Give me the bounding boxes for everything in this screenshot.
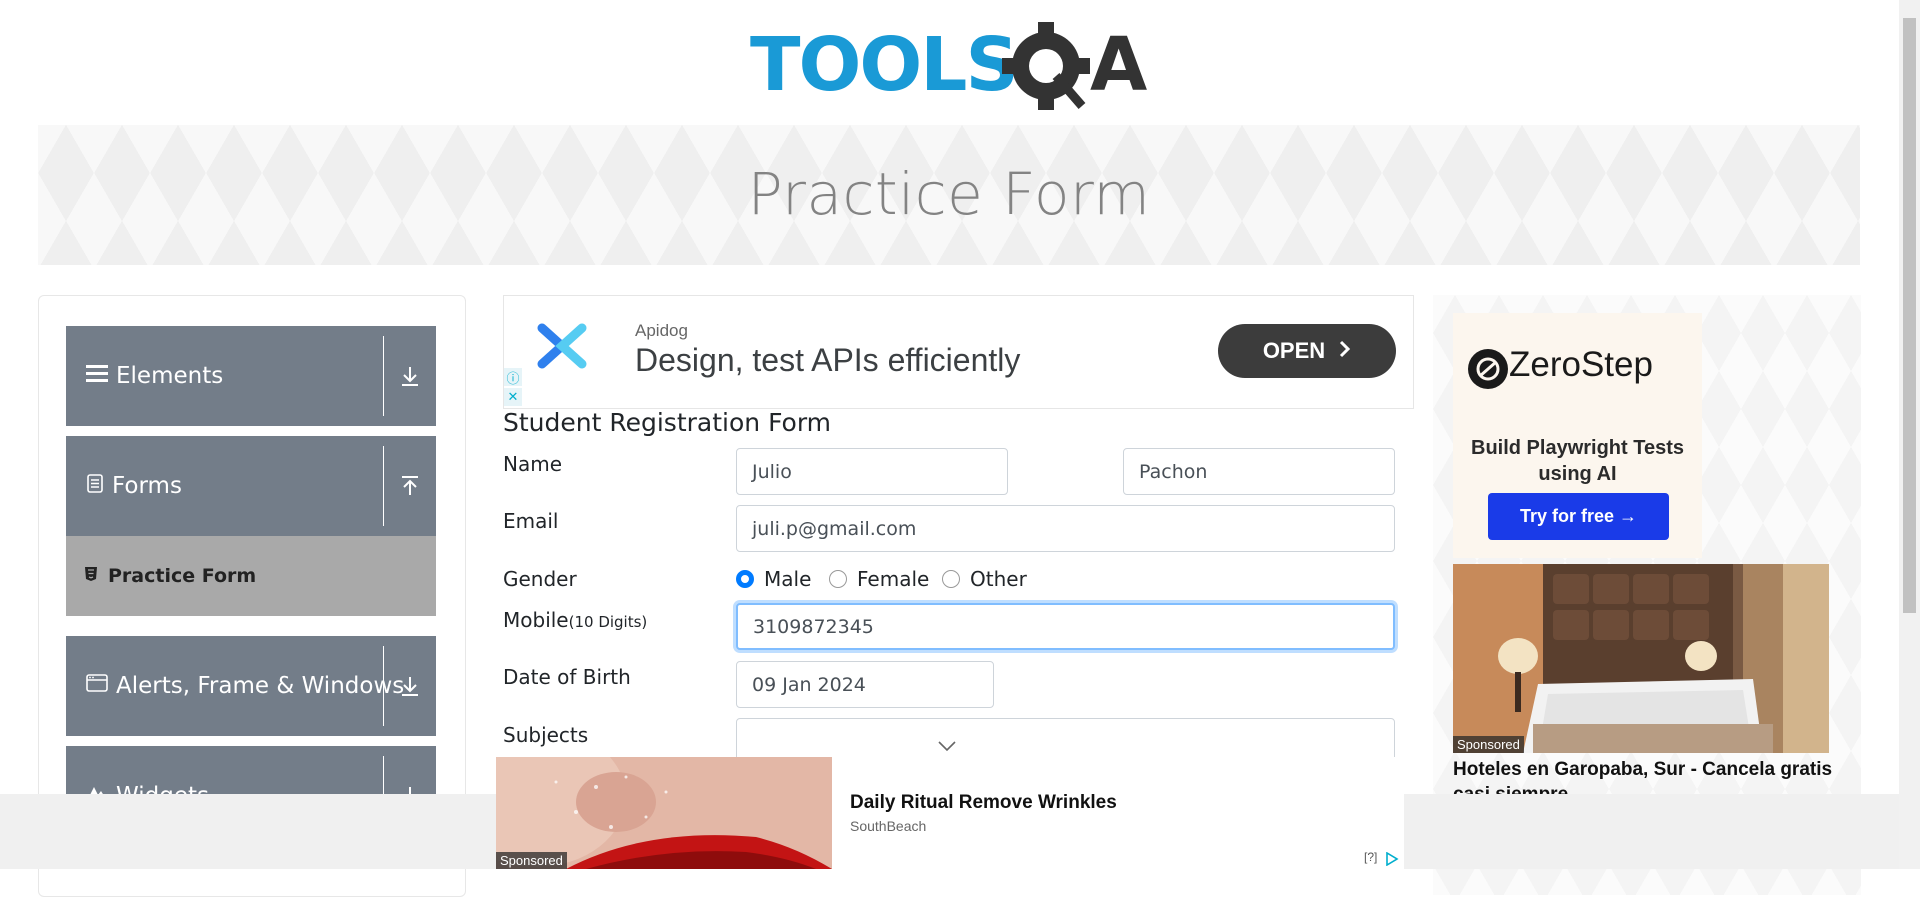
first-name-input[interactable]: Julio	[736, 448, 1008, 495]
hotel-image[interactable]: Sponsored	[1453, 564, 1829, 753]
zerostep-logo-icon	[1467, 348, 1509, 394]
mobile-input[interactable]: 3109872345	[736, 603, 1395, 650]
sponsored-badge: Sponsored	[496, 852, 567, 869]
sidebar-group-alerts[interactable]: Alerts, Frame & Windows	[66, 636, 436, 736]
ad-help-link[interactable]: [?]	[1364, 850, 1377, 864]
sidebar-group-elements[interactable]: Elements	[66, 326, 436, 426]
radio-label: Other	[970, 567, 1027, 591]
download-arrow-icon[interactable]	[394, 326, 426, 426]
apidog-logo-icon	[534, 322, 590, 376]
document-icon	[86, 473, 104, 499]
adchoices-icon[interactable]	[1385, 851, 1399, 870]
page-scrollbar[interactable]	[1899, 0, 1920, 869]
html-icon	[84, 565, 98, 587]
mobile-hint: (10 Digits)	[568, 613, 648, 631]
sidebar-group-label: Alerts, Frame & Windows	[116, 673, 405, 699]
chevron-down-icon[interactable]	[937, 735, 957, 757]
bottom-ad-image[interactable]: Sponsored	[496, 757, 832, 869]
gender-radio-female[interactable]: Female	[829, 567, 929, 591]
form-title: Student Registration Form	[503, 408, 832, 437]
sponsored-badge: Sponsored	[1453, 736, 1524, 753]
zerostep-tagline: Build Playwright Tests using AI	[1471, 437, 1684, 485]
zerostep-ad[interactable]: ZeroStep Build Playwright Tests using AI…	[1453, 313, 1702, 558]
radio-unchecked-icon	[942, 570, 960, 588]
dob-label: Date of Birth	[503, 665, 631, 689]
sidebar-group-label: Elements	[116, 363, 224, 389]
bottom-ad-title[interactable]: Daily Ritual Remove Wrinkles	[850, 792, 1117, 814]
ad-close-icon[interactable]: ✕	[504, 388, 522, 406]
hamburger-icon	[86, 363, 108, 389]
ad-open-button[interactable]: OPEN	[1218, 324, 1396, 378]
ad-headline: Design, test APIs efficiently	[635, 342, 1021, 378]
top-ad-banner[interactable]: Apidog Design, test APIs efficiently OPE…	[503, 295, 1414, 409]
ad-open-label: OPEN	[1262, 338, 1326, 363]
logo-text-a: A	[1090, 22, 1147, 108]
radio-label: Female	[857, 567, 930, 591]
chevron-right-icon	[1339, 338, 1351, 364]
ad-info-icon[interactable]: ⓘ	[504, 368, 522, 387]
last-name-input[interactable]: Pachon	[1123, 448, 1395, 495]
sidebar-item-label: Practice Form	[108, 565, 257, 587]
gender-label: Gender	[503, 567, 577, 591]
gender-radio-male[interactable]: Male	[736, 567, 811, 591]
name-label: Name	[503, 452, 563, 476]
mobile-label: Mobile(10 Digits)	[503, 608, 647, 632]
download-arrow-icon[interactable]	[394, 636, 426, 736]
radio-label: Male	[764, 567, 812, 591]
radio-unchecked-icon	[829, 570, 847, 588]
date-of-birth-input[interactable]: 09 Jan 2024	[736, 661, 994, 708]
scrollbar-thumb[interactable]	[1903, 18, 1916, 613]
email-input[interactable]: juli.p@gmail.com	[736, 505, 1395, 552]
window-icon	[86, 673, 108, 699]
try-for-free-button[interactable]: Try for free →	[1488, 493, 1669, 540]
ad-brand: Apidog	[635, 321, 688, 340]
sidebar-item-practice-form[interactable]: Practice Form	[66, 536, 436, 616]
toolsqa-logo[interactable]: TOOLS A	[750, 18, 1154, 114]
mobile-label-text: Mobile	[503, 608, 569, 632]
sidebar-group-label: Forms	[112, 473, 182, 499]
logo-text-tools: TOOLS	[750, 22, 1017, 108]
page-title: Practice Form	[747, 160, 1151, 228]
bottom-ad-source: SouthBeach	[850, 818, 927, 834]
upload-arrow-icon[interactable]	[394, 436, 426, 536]
zerostep-name: ZeroStep	[1509, 345, 1653, 384]
bottom-ad[interactable]: Sponsored Daily Ritual Remove Wrinkles S…	[496, 757, 1404, 869]
sidebar-group-forms[interactable]: Forms	[66, 436, 436, 536]
subjects-label: Subjects	[503, 723, 589, 747]
page-banner: Practice Form	[38, 125, 1860, 265]
email-label: Email	[503, 509, 559, 533]
gender-radio-other[interactable]: Other	[942, 567, 1027, 591]
radio-checked-icon	[736, 570, 754, 588]
